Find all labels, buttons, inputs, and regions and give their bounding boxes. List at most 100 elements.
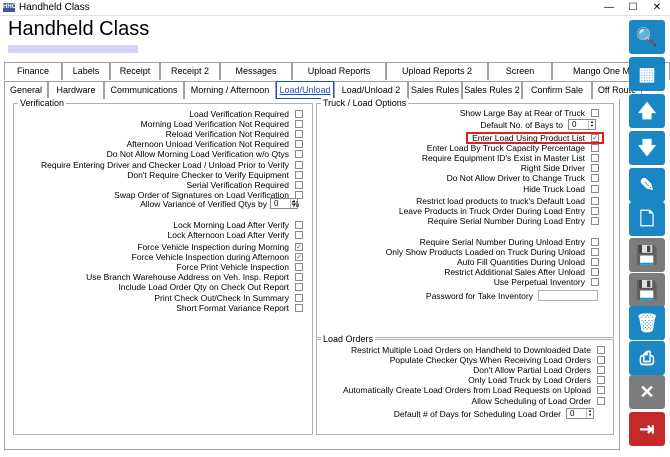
tab-sales-rules-2[interactable]: Sales Rules 2 — [462, 81, 522, 99]
checkbox-reload-verification-not-required[interactable] — [295, 130, 303, 139]
label-morning-load-verification-not-required: Morning Load Verification Not Required — [140, 119, 289, 130]
tab-communications[interactable]: Communications — [104, 81, 184, 99]
close-x-icon[interactable]: ✕ — [629, 375, 665, 409]
label-automatically-create-load-orders-from-lo: Automatically Create Load Orders from Lo… — [342, 385, 591, 396]
checkbox-populate-checker-qtys-when-receiving-loa[interactable] — [597, 356, 605, 365]
checkbox-don-t-require-checker-to-verify-equipmen[interactable] — [295, 170, 303, 179]
checkbox-restrict-load-products-to-truck-s-defaul[interactable] — [591, 197, 599, 205]
spin-arrows-icon[interactable]: ▲ ▼ — [586, 409, 593, 418]
checkbox-leave-products-in-truck-order-during-loa[interactable] — [591, 207, 599, 216]
password-input[interactable] — [538, 290, 598, 301]
save-icon[interactable]: 💾 — [629, 273, 665, 307]
tab-row-1: Finance Labels Receipt Receipt 2 Messages Upl… — [4, 62, 670, 80]
checkbox-hide-truck-load[interactable] — [591, 184, 599, 193]
trash-icon[interactable]: 🗑 — [629, 306, 665, 340]
label-reload-verification-not-required: Reload Verification Not Required — [165, 129, 289, 140]
checkbox-include-load-order-qty-on-check-out-repo[interactable] — [295, 283, 303, 292]
checkbox-only-load-truck-by-load-orders[interactable] — [597, 376, 605, 385]
checkbox-automatically-create-load-orders-from-lo[interactable] — [597, 386, 605, 395]
checkbox-load-verification-required[interactable] — [295, 110, 303, 118]
checkbox-only-show-products-loaded-on-truck-durin[interactable] — [591, 248, 599, 257]
new-document-icon[interactable]: 🗋 — [629, 202, 665, 236]
checkbox-lock-morning-load-after-verify[interactable] — [295, 221, 303, 229]
close-icon[interactable]: ✕ — [645, 0, 669, 15]
checkbox-restrict-multiple-load-orders-on-handhel[interactable] — [597, 346, 605, 354]
label-print-check-out-check-in-summary: Print Check Out/Check In Summary — [154, 292, 289, 303]
label-do-not-allow-morning-load-verification-w: Do Not Allow Morning Load Verification w… — [106, 149, 289, 160]
label-enter-load-by-truck-capacity-percentage: Enter Load By Truck Capacity Percentage — [426, 143, 585, 154]
grid-icon[interactable]: ▦ — [629, 57, 665, 91]
checkbox-serial-verification-required[interactable] — [295, 180, 303, 189]
label-allow-scheduling-of-load-order: Allow Scheduling of Load Order — [471, 395, 591, 406]
minimize-icon[interactable]: — — [597, 0, 621, 15]
exit-door-icon[interactable]: ⇥ — [629, 412, 665, 446]
checkbox-afternoon-unload-verification-not-requir[interactable] — [295, 140, 303, 149]
verification-title: Verification — [18, 98, 67, 108]
tab-upload-reports-2[interactable]: Upload Reports 2 — [386, 62, 488, 80]
tab-labels[interactable]: Labels — [62, 62, 110, 80]
tab-upload-reports[interactable]: Upload Reports — [292, 62, 386, 80]
search-icon[interactable]: 🔍 — [629, 20, 665, 54]
checkbox-lock-afternoon-load-after-verify[interactable] — [295, 231, 303, 240]
checkbox-short-format-variance-report[interactable] — [295, 303, 303, 312]
label-restrict-load-products-to-truck-s-defaul: Restrict load products to truck's Defaul… — [416, 196, 585, 206]
tab-morning-afternoon[interactable]: Morning / Afternoon — [184, 81, 276, 99]
checkbox-use-perpetual-inventory[interactable] — [591, 278, 599, 287]
variance-unit: % — [291, 199, 299, 209]
checkbox-do-not-allow-driver-to-change-truck[interactable] — [591, 174, 599, 183]
tab-finance[interactable]: Finance — [4, 62, 62, 80]
show-large-bay-label: Show Large Bay at Rear of Truck — [459, 108, 585, 118]
checkbox-require-entering-driver-and-checker-load[interactable] — [295, 160, 303, 169]
checkbox-force-vehicle-inspection-during-afternoo[interactable]: ✓ — [295, 253, 303, 262]
label-only-load-truck-by-load-orders: Only Load Truck by Load Orders — [468, 375, 591, 386]
checkbox-don-t-allow-partial-load-orders[interactable] — [597, 366, 605, 375]
checkbox-require-equipment-id-s-exist-in-master-l[interactable] — [591, 154, 599, 163]
checkbox-print-check-out-check-in-summary[interactable] — [295, 293, 303, 302]
tab-hardware[interactable]: Hardware — [48, 81, 104, 99]
tab-confirm-sale[interactable]: Confirm Sale — [522, 81, 592, 99]
page-title: Handheld Class — [8, 18, 150, 40]
checkbox-enter-load-using-product-list[interactable]: ✓ — [591, 134, 599, 142]
default-bays-spinner[interactable]: 0 ▲ ▼ — [568, 119, 596, 130]
default-bays-spinner-value: 0 — [572, 120, 577, 129]
load-unload-panel: Verification Truck / Load Options Load O… — [4, 98, 620, 450]
checkbox-auto-fill-quantities-during-unload[interactable] — [591, 258, 599, 267]
pencil-icon[interactable]: ✎ — [629, 168, 665, 202]
spin-arrows-icon[interactable]: ▲ ▼ — [588, 120, 595, 129]
tab-receipt-2[interactable]: Receipt 2 — [160, 62, 220, 80]
checkbox-require-serial-number-during-unload-entr[interactable] — [591, 238, 599, 246]
arrow-up-icon[interactable]: 🡅 — [629, 94, 665, 128]
label-restrict-multiple-load-orders-on-handhel: Restrict Multiple Load Orders on Handhel… — [350, 345, 591, 355]
checkbox-force-vehicle-inspection-during-morning[interactable]: ✓ — [295, 243, 303, 251]
checkbox-morning-load-verification-not-required[interactable] — [295, 120, 303, 129]
window-titlebar: HHC Handheld Class — ☐ ✕ — [0, 0, 670, 16]
checkbox-allow-scheduling-of-load-order[interactable] — [597, 396, 605, 405]
days-label: Default # of Days for Scheduling Load Or… — [393, 409, 561, 419]
checkbox-enter-load-by-truck-capacity-percentage[interactable] — [591, 144, 599, 153]
tab-load-unload-2[interactable]: Load/Unload 2 — [334, 81, 408, 99]
tab-screen[interactable]: Screen — [488, 62, 552, 80]
checkbox-restrict-additional-sales-after-unload[interactable] — [591, 268, 599, 277]
checkbox-do-not-allow-morning-load-verification-w[interactable] — [295, 150, 303, 159]
variance-label: Allow Variance of Verified Qtys by — [140, 199, 267, 209]
tab-messages[interactable]: Messages — [220, 62, 292, 80]
print-icon[interactable]: ⎙ — [629, 341, 665, 375]
arrow-down-icon[interactable]: 🡇 — [629, 131, 665, 165]
default-bays-label: Default No. of Bays to — [480, 120, 563, 130]
label-don-t-require-checker-to-verify-equipmen: Don't Require Checker to Verify Equipmen… — [127, 169, 289, 180]
tab-load-unload[interactable]: Load/Unload — [276, 81, 334, 99]
days-spinner[interactable]: 0 ▲ ▼ — [566, 408, 594, 419]
label-require-serial-number-during-load-entry: Require Serial Number During Load Entry — [427, 216, 585, 227]
tab-sales-rules[interactable]: Sales Rules — [408, 81, 462, 99]
checkbox-force-print-vehicle-inspection[interactable] — [295, 263, 303, 272]
tab-general[interactable]: General — [4, 81, 48, 99]
checkbox-require-serial-number-during-load-entry[interactable] — [591, 217, 599, 226]
checkbox-use-branch-warehouse-address-on-veh-insp[interactable] — [295, 273, 303, 282]
maximize-icon[interactable]: ☐ — [621, 0, 645, 15]
label-enter-load-using-product-list: Enter Load Using Product List — [472, 133, 585, 143]
checkbox-right-side-driver[interactable] — [591, 164, 599, 173]
label-load-verification-required: Load Verification Required — [189, 109, 289, 119]
checkbox-show-large-bay[interactable] — [591, 109, 599, 117]
tab-receipt[interactable]: Receipt — [110, 62, 160, 80]
save-copy-icon[interactable]: 💾 — [629, 238, 665, 272]
